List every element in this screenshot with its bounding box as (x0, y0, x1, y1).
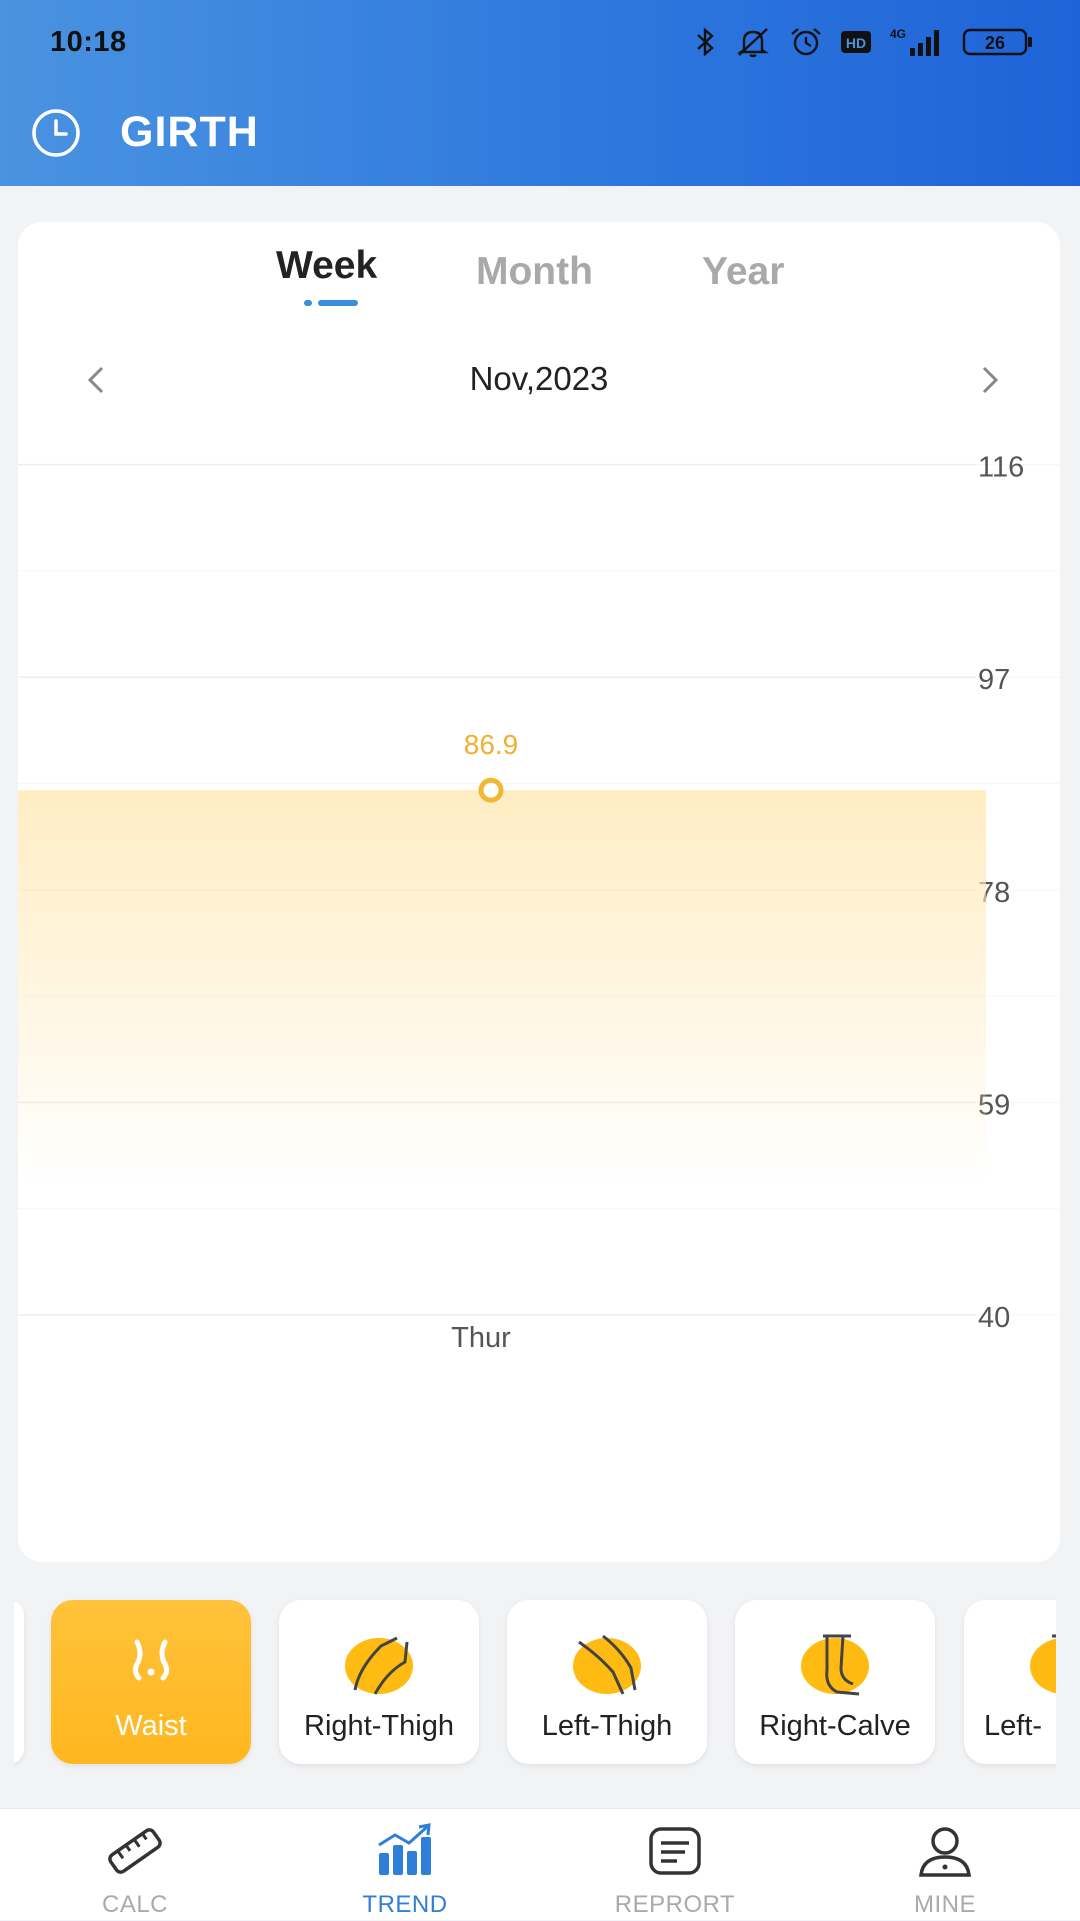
tab-week[interactable]: Week (276, 244, 377, 288)
chip-label: Left-Thigh (541, 1710, 673, 1742)
chip-label: Waist (115, 1710, 187, 1742)
tab-indicator (304, 300, 358, 306)
nav-label: MINE (914, 1891, 976, 1918)
girth-part-selector: Waist Right-Thigh Left-Thigh Right-Calve (14, 1584, 1056, 1774)
period-tabs: Week Month Year (18, 244, 1060, 330)
chip-right-calve[interactable]: Right-Calve (735, 1600, 935, 1764)
left-thigh-icon (573, 1634, 641, 1695)
period-navigator: Nov,2023 (18, 350, 1060, 410)
page-title: GIRTH (120, 108, 259, 156)
hd-icon: HD (841, 31, 871, 53)
x-tick-label: Thur (451, 1322, 511, 1354)
nav-mine[interactable]: MINE (810, 1809, 1080, 1921)
network-type: 4G (890, 27, 906, 41)
alarm-icon (791, 28, 821, 56)
clock-icon[interactable] (28, 108, 84, 158)
chip-label: Right-Calve (759, 1710, 911, 1742)
waist-icon (132, 1639, 170, 1681)
bar-chart-icon (378, 1823, 431, 1875)
tab-month[interactable]: Month (476, 250, 593, 294)
chip-left-calve[interactable]: Left- (964, 1600, 1056, 1764)
y-tick-label: 97 (978, 664, 1010, 696)
chip-right-thigh[interactable]: Right-Thigh (279, 1600, 479, 1764)
bell-muted-icon (737, 28, 769, 58)
area-fill (18, 790, 986, 1185)
nav-report[interactable]: REPRORT (540, 1809, 810, 1921)
status-time: 10:18 (50, 25, 127, 58)
chip-waist[interactable]: Waist (51, 1600, 251, 1764)
ruler-icon (108, 1828, 162, 1874)
right-thigh-icon (345, 1636, 413, 1695)
chevron-right-icon[interactable] (968, 360, 1008, 400)
battery-level: 26 (985, 33, 1005, 53)
right-calve-icon (801, 1634, 869, 1696)
bottom-nav: CALC TREND REPRORT MINE (0, 1808, 1080, 1920)
left-calve-icon (1030, 1634, 1056, 1694)
bluetooth-icon (697, 27, 714, 57)
status-icons: HD 4G 26 (694, 26, 1034, 58)
chip-label: Right-Thigh (304, 1710, 454, 1742)
nav-label: TREND (362, 1891, 448, 1918)
y-tick-label: 40 (978, 1302, 1010, 1334)
chip-left-thigh[interactable]: Left-Thigh (507, 1600, 707, 1764)
chart-svg: 1351169778594086.9Thur (18, 452, 1060, 1354)
chip-label: Left- (984, 1710, 1043, 1742)
app-header: 10:18 HD 4G 26 GIRTH (0, 0, 1080, 186)
nav-label: REPRORT (614, 1891, 736, 1918)
chip-partial (14, 1600, 24, 1764)
period-label: Nov,2023 (469, 360, 609, 397)
battery-icon: 26 (962, 28, 1032, 56)
girth-chart: 1351169778594086.9Thur (18, 412, 1060, 1562)
nav-label: CALC (101, 1891, 169, 1918)
tab-year[interactable]: Year (702, 250, 784, 294)
report-icon (649, 1827, 701, 1875)
y-tick-label: 116 (978, 452, 1024, 484)
trend-card: Week Month Year Nov,2023 135116977859408… (18, 222, 1060, 1562)
nav-calc[interactable]: CALC (0, 1809, 270, 1921)
data-point (478, 777, 504, 803)
signal-icon: 4G (890, 27, 939, 56)
hd-badge-text: HD (846, 35, 866, 51)
nav-trend[interactable]: TREND (270, 1809, 540, 1921)
data-label: 86.9 (464, 729, 519, 760)
status-bar: 10:18 HD 4G 26 (0, 0, 1080, 84)
user-icon (919, 1827, 971, 1877)
app-bar: GIRTH (0, 96, 1080, 166)
